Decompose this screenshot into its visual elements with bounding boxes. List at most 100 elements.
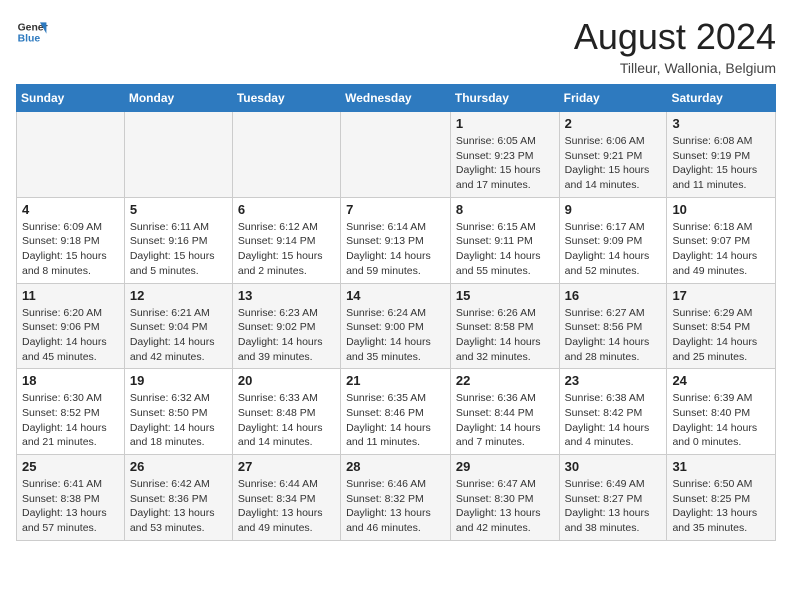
calendar-cell: 8 Sunrise: 6:15 AMSunset: 9:11 PMDaylight…	[450, 197, 559, 283]
calendar-cell: 19 Sunrise: 6:32 AMSunset: 8:50 PMDayligh…	[124, 369, 232, 455]
calendar-cell: 17 Sunrise: 6:29 AMSunset: 8:54 PMDayligh…	[667, 283, 776, 369]
day-number: 13	[238, 288, 335, 303]
weekday-header-wednesday: Wednesday	[341, 85, 451, 112]
day-number: 11	[22, 288, 119, 303]
day-number: 14	[346, 288, 445, 303]
weekday-header-tuesday: Tuesday	[232, 85, 340, 112]
day-info: Sunrise: 6:29 AMSunset: 8:54 PMDaylight:…	[672, 306, 770, 365]
calendar-cell: 28 Sunrise: 6:46 AMSunset: 8:32 PMDayligh…	[341, 455, 451, 541]
calendar-cell: 11 Sunrise: 6:20 AMSunset: 9:06 PMDayligh…	[17, 283, 125, 369]
day-info: Sunrise: 6:47 AMSunset: 8:30 PMDaylight:…	[456, 477, 554, 536]
calendar-cell: 20 Sunrise: 6:33 AMSunset: 8:48 PMDayligh…	[232, 369, 340, 455]
calendar-cell: 12Sunrise: 6:21 AMSunset: 9:04 PMDayligh…	[124, 283, 232, 369]
weekday-header-row: SundayMondayTuesdayWednesdayThursdayFrid…	[17, 85, 776, 112]
calendar-cell: 26 Sunrise: 6:42 AMSunset: 8:36 PMDayligh…	[124, 455, 232, 541]
day-info: Sunrise: 6:33 AMSunset: 8:48 PMDaylight:…	[238, 391, 335, 450]
day-info: Sunrise: 6:44 AMSunset: 8:34 PMDaylight:…	[238, 477, 335, 536]
calendar-cell: 31 Sunrise: 6:50 AMSunset: 8:25 PMDayligh…	[667, 455, 776, 541]
day-number: 8	[456, 202, 554, 217]
day-number: 3	[672, 116, 770, 131]
svg-text:Blue: Blue	[18, 34, 41, 45]
day-info: Sunrise: 6:09 AMSunset: 9:18 PMDaylight:…	[22, 220, 119, 279]
day-number: 25	[22, 459, 119, 474]
calendar-cell: 29 Sunrise: 6:47 AMSunset: 8:30 PMDayligh…	[450, 455, 559, 541]
weekday-header-monday: Monday	[124, 85, 232, 112]
day-info: Sunrise: 6:50 AMSunset: 8:25 PMDaylight:…	[672, 477, 770, 536]
logo: General Blue	[16, 16, 48, 48]
day-number: 31	[672, 459, 770, 474]
day-info: Sunrise: 6:21 AMSunset: 9:04 PMDaylight:…	[130, 306, 227, 365]
day-info: Sunrise: 6:20 AMSunset: 9:06 PMDaylight:…	[22, 306, 119, 365]
weekday-header-thursday: Thursday	[450, 85, 559, 112]
weekday-header-saturday: Saturday	[667, 85, 776, 112]
calendar-cell: 30 Sunrise: 6:49 AMSunset: 8:27 PMDayligh…	[559, 455, 667, 541]
day-number: 21	[346, 373, 445, 388]
week-row-1: 1 Sunrise: 6:05 AMSunset: 9:23 PMDaylight…	[17, 112, 776, 198]
day-number: 1	[456, 116, 554, 131]
day-number: 6	[238, 202, 335, 217]
calendar-cell: 13Sunrise: 6:23 AMSunset: 9:02 PMDayligh…	[232, 283, 340, 369]
day-info: Sunrise: 6:27 AMSunset: 8:56 PMDaylight:…	[565, 306, 662, 365]
day-number: 10	[672, 202, 770, 217]
day-number: 19	[130, 373, 227, 388]
day-number: 16	[565, 288, 662, 303]
day-number: 22	[456, 373, 554, 388]
day-number: 15	[456, 288, 554, 303]
day-number: 9	[565, 202, 662, 217]
day-number: 30	[565, 459, 662, 474]
day-number: 29	[456, 459, 554, 474]
day-number: 5	[130, 202, 227, 217]
weekday-header-friday: Friday	[559, 85, 667, 112]
calendar-cell: 15 Sunrise: 6:26 AMSunset: 8:58 PMDayligh…	[450, 283, 559, 369]
day-info: Sunrise: 6:18 AMSunset: 9:07 PMDaylight:…	[672, 220, 770, 279]
day-info: Sunrise: 6:24 AMSunset: 9:00 PMDaylight:…	[346, 306, 445, 365]
day-info: Sunrise: 6:32 AMSunset: 8:50 PMDaylight:…	[130, 391, 227, 450]
calendar-cell: 6 Sunrise: 6:12 AMSunset: 9:14 PMDaylight…	[232, 197, 340, 283]
calendar-cell	[17, 112, 125, 198]
calendar-cell: 9 Sunrise: 6:17 AMSunset: 9:09 PMDaylight…	[559, 197, 667, 283]
day-info: Sunrise: 6:26 AMSunset: 8:58 PMDaylight:…	[456, 306, 554, 365]
calendar-cell: 18 Sunrise: 6:30 AMSunset: 8:52 PMDayligh…	[17, 369, 125, 455]
calendar-cell: 16 Sunrise: 6:27 AMSunset: 8:56 PMDayligh…	[559, 283, 667, 369]
day-info: Sunrise: 6:11 AMSunset: 9:16 PMDaylight:…	[130, 220, 227, 279]
day-number: 23	[565, 373, 662, 388]
week-row-5: 25 Sunrise: 6:41 AMSunset: 8:38 PMDayligh…	[17, 455, 776, 541]
calendar-cell: 22Sunrise: 6:36 AMSunset: 8:44 PMDayligh…	[450, 369, 559, 455]
day-number: 7	[346, 202, 445, 217]
day-number: 2	[565, 116, 662, 131]
day-info: Sunrise: 6:14 AMSunset: 9:13 PMDaylight:…	[346, 220, 445, 279]
day-number: 26	[130, 459, 227, 474]
week-row-2: 4 Sunrise: 6:09 AMSunset: 9:18 PMDaylight…	[17, 197, 776, 283]
calendar-table: SundayMondayTuesdayWednesdayThursdayFrid…	[16, 84, 776, 541]
calendar-cell: 27Sunrise: 6:44 AMSunset: 8:34 PMDayligh…	[232, 455, 340, 541]
calendar-cell	[232, 112, 340, 198]
calendar-cell: 21 Sunrise: 6:35 AMSunset: 8:46 PMDayligh…	[341, 369, 451, 455]
day-info: Sunrise: 6:46 AMSunset: 8:32 PMDaylight:…	[346, 477, 445, 536]
calendar-cell: 3Sunrise: 6:08 AMSunset: 9:19 PMDaylight…	[667, 112, 776, 198]
weekday-header-sunday: Sunday	[17, 85, 125, 112]
calendar-cell: 4 Sunrise: 6:09 AMSunset: 9:18 PMDaylight…	[17, 197, 125, 283]
day-info: Sunrise: 6:30 AMSunset: 8:52 PMDaylight:…	[22, 391, 119, 450]
day-number: 24	[672, 373, 770, 388]
day-info: Sunrise: 6:49 AMSunset: 8:27 PMDaylight:…	[565, 477, 662, 536]
day-number: 18	[22, 373, 119, 388]
day-info: Sunrise: 6:17 AMSunset: 9:09 PMDaylight:…	[565, 220, 662, 279]
day-info: Sunrise: 6:12 AMSunset: 9:14 PMDaylight:…	[238, 220, 335, 279]
day-info: Sunrise: 6:41 AMSunset: 8:38 PMDaylight:…	[22, 477, 119, 536]
calendar-cell: 2Sunrise: 6:06 AMSunset: 9:21 PMDaylight…	[559, 112, 667, 198]
day-number: 17	[672, 288, 770, 303]
day-number: 4	[22, 202, 119, 217]
calendar-cell: 7 Sunrise: 6:14 AMSunset: 9:13 PMDaylight…	[341, 197, 451, 283]
week-row-3: 11 Sunrise: 6:20 AMSunset: 9:06 PMDayligh…	[17, 283, 776, 369]
title-block: August 2024 Tilleur, Wallonia, Belgium	[574, 16, 776, 76]
day-number: 28	[346, 459, 445, 474]
calendar-cell: 5 Sunrise: 6:11 AMSunset: 9:16 PMDaylight…	[124, 197, 232, 283]
day-info: Sunrise: 6:42 AMSunset: 8:36 PMDaylight:…	[130, 477, 227, 536]
calendar-cell: 14 Sunrise: 6:24 AMSunset: 9:00 PMDayligh…	[341, 283, 451, 369]
day-number: 20	[238, 373, 335, 388]
page-header: General Blue August 2024 Tilleur, Wallon…	[16, 16, 776, 76]
day-info: Sunrise: 6:38 AMSunset: 8:42 PMDaylight:…	[565, 391, 662, 450]
day-info: Sunrise: 6:05 AMSunset: 9:23 PMDaylight:…	[456, 134, 554, 193]
day-info: Sunrise: 6:15 AMSunset: 9:11 PMDaylight:…	[456, 220, 554, 279]
day-info: Sunrise: 6:35 AMSunset: 8:46 PMDaylight:…	[346, 391, 445, 450]
